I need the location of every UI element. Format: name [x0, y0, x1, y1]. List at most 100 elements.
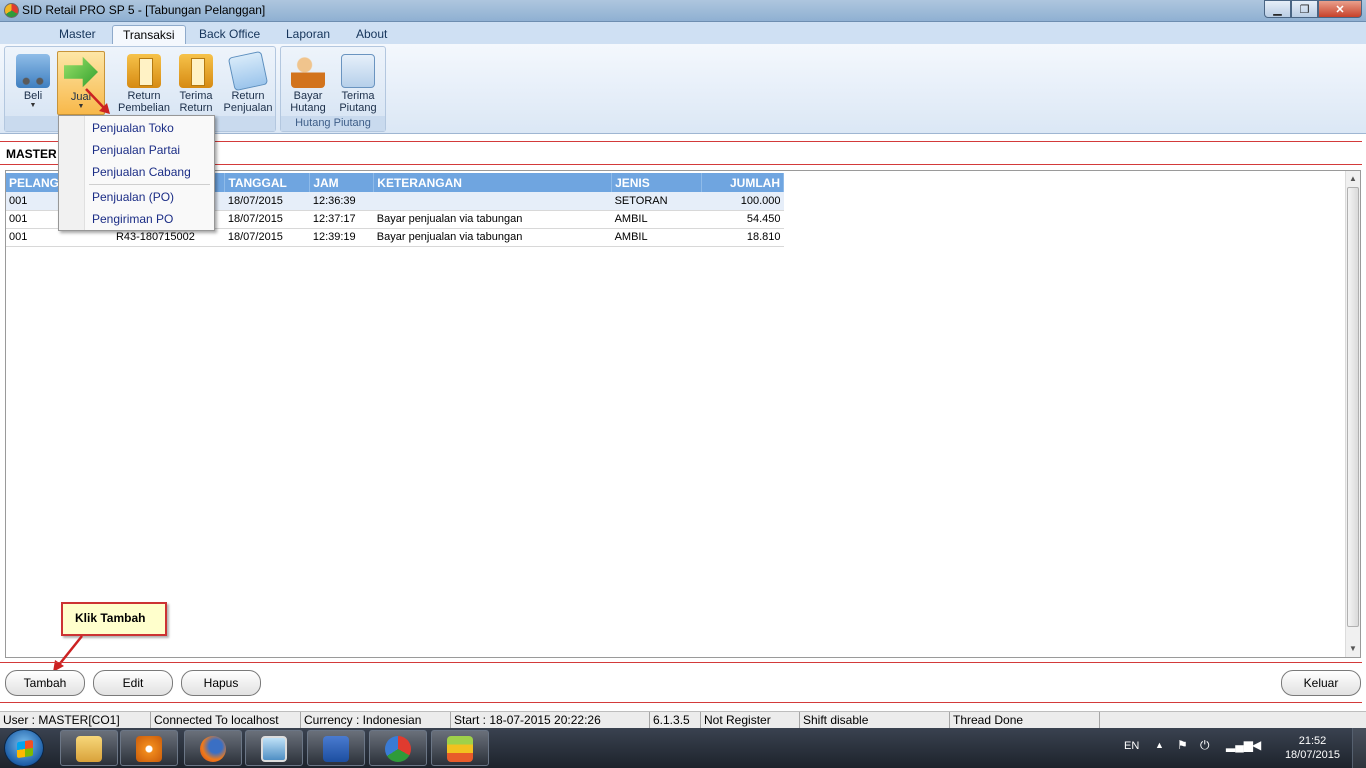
explorer-icon	[76, 736, 102, 762]
tray-expand-icon[interactable]: ▲	[1155, 740, 1164, 768]
bayar-hutang-button[interactable]: Bayar Hutang	[284, 51, 332, 115]
person-icon	[291, 54, 325, 88]
status-register: Not Register	[701, 712, 800, 729]
chart-app-icon	[385, 736, 411, 762]
power-icon[interactable]: ⏻	[1200, 738, 1210, 768]
cell-jam: 12:39:19	[309, 228, 374, 247]
picture-viewer-icon	[261, 736, 287, 762]
terima-piutang-button[interactable]: Terima Piutang	[334, 51, 382, 115]
jual-label: Jual	[70, 91, 92, 103]
taskbar-media-player[interactable]	[120, 730, 178, 766]
menu-item-pengiriman-po[interactable]: Pengiriman PO	[92, 212, 173, 226]
taskbar-picture-viewer[interactable]	[245, 730, 303, 766]
tab-about[interactable]: About	[346, 25, 397, 44]
volume-icon[interactable]: ◀	[1252, 738, 1261, 768]
divider	[0, 662, 1362, 663]
column-header-keterangan[interactable]: KETERANGAN	[373, 173, 613, 192]
return-penjualan-button[interactable]: Return Penjualan	[222, 50, 274, 115]
status-version: 6.1.3.5	[650, 712, 701, 729]
cell-jumlah: 18.810	[701, 228, 784, 247]
beli-label: Beli	[23, 90, 43, 102]
group-label-hutang-piutang: Hutang Piutang	[281, 116, 385, 131]
bayar-hutang-label-2: Hutang	[290, 102, 326, 114]
cart-icon	[16, 54, 50, 88]
return-pembelian-label-1: Return	[127, 90, 161, 102]
tab-master[interactable]: Master	[49, 25, 106, 44]
jual-button[interactable]: Jual ▼	[57, 51, 105, 115]
clock[interactable]: 21:52 18/07/2015	[1285, 734, 1340, 762]
status-connection: Connected To localhost	[151, 712, 301, 729]
bluestacks-icon	[447, 736, 473, 762]
ribbon-group-hutang-piutang: Bayar Hutang Terima Piutang Hutang Piuta…	[280, 46, 386, 132]
terima-piutang-label-1: Terima	[341, 90, 375, 102]
tab-back-office[interactable]: Back Office	[189, 25, 270, 44]
taskbar-firefox[interactable]	[184, 730, 242, 766]
terima-piutang-label-2: Piutang	[339, 102, 377, 114]
tambah-button[interactable]: Tambah	[5, 670, 85, 696]
return-pembelian-button[interactable]: Return Pembelian	[118, 51, 170, 115]
cell-jumlah: 54.450	[701, 210, 784, 229]
callout-klik-tambah: Klik Tambah	[61, 602, 167, 636]
clock-time: 21:52	[1298, 735, 1327, 747]
terima-return-button[interactable]: Terima Return	[172, 51, 220, 115]
status-currency: Currency : Indonesian	[301, 712, 451, 729]
scroll-up-icon[interactable]: ▲	[1346, 172, 1360, 186]
menu-item-penjualan-po[interactable]: Penjualan (PO)	[92, 190, 174, 204]
return-penjualan-label-2: Penjualan	[223, 102, 273, 114]
app-icon	[4, 3, 19, 18]
cell-jenis: AMBIL	[611, 210, 702, 229]
menu-separator	[89, 184, 210, 185]
start-button[interactable]	[4, 729, 44, 767]
taskbar-chart-app[interactable]	[369, 730, 427, 766]
network-icon[interactable]: ▂▄▆	[1226, 738, 1253, 768]
vertical-scrollbar[interactable]: ▲ ▼	[1345, 171, 1360, 657]
beli-button[interactable]: Beli ▼	[9, 51, 57, 115]
jual-dropdown-menu: Penjualan Toko Penjualan Partai Penjuala…	[58, 115, 215, 231]
scroll-down-icon[interactable]: ▼	[1346, 642, 1360, 656]
title-bar: SID Retail PRO SP 5 - [Tabungan Pelangga…	[0, 0, 1366, 22]
cell-jam: 12:37:17	[309, 210, 374, 229]
column-header-jumlah[interactable]: JUMLAH	[701, 173, 784, 192]
window-title: SID Retail PRO SP 5 - [Tabungan Pelangga…	[22, 3, 266, 17]
status-user: User : MASTER[CO1]	[0, 712, 151, 729]
status-shift: Shift disable	[800, 712, 950, 729]
maximize-button[interactable]: ❐	[1291, 0, 1318, 18]
menu-item-penjualan-toko[interactable]: Penjualan Toko	[92, 121, 174, 135]
status-bar: User : MASTER[CO1] Connected To localhos…	[0, 711, 1366, 729]
show-desktop-button[interactable]	[1352, 728, 1366, 768]
keluar-button[interactable]: Keluar	[1281, 670, 1361, 696]
taskbar-explorer[interactable]	[60, 730, 118, 766]
arrow-icon	[64, 56, 98, 88]
menu-item-penjualan-partai[interactable]: Penjualan Partai	[92, 143, 180, 157]
status-start: Start : 18-07-2015 20:22:26	[451, 712, 650, 729]
status-thread: Thread Done	[950, 712, 1100, 729]
tab-transaksi[interactable]: Transaksi	[112, 25, 186, 44]
terima-return-label-1: Terima	[179, 90, 213, 102]
return-pembelian-label-2: Pembelian	[118, 102, 170, 114]
column-header-jam[interactable]: JAM	[309, 173, 375, 192]
column-header-tanggal[interactable]: TANGGAL	[224, 173, 311, 192]
edit-button[interactable]: Edit	[93, 670, 173, 696]
firefox-icon	[200, 736, 226, 762]
terima-return-label-2: Return	[179, 102, 213, 114]
minimize-button[interactable]: ▁	[1264, 0, 1291, 18]
data-grid[interactable]: PELANGGAN TANGGAL JAM KETERANGAN JENIS J…	[5, 170, 1361, 658]
scrollbar-thumb[interactable]	[1347, 187, 1359, 627]
clock-date: 18/07/2015	[1284, 749, 1340, 761]
door-icon	[127, 54, 161, 88]
menu-tabs: Master Transaksi Back Office Laporan Abo…	[0, 22, 1366, 44]
divider	[0, 702, 1362, 703]
column-header-jenis[interactable]: JENIS	[611, 173, 702, 192]
language-indicator[interactable]: EN	[1124, 740, 1139, 768]
cell-jenis: SETORAN	[611, 192, 702, 211]
taskbar-bluestacks[interactable]	[431, 730, 489, 766]
tab-laporan[interactable]: Laporan	[276, 25, 340, 44]
chevron-down-icon: ▼	[29, 102, 37, 109]
cell-keterangan: Bayar penjualan via tabungan	[373, 210, 612, 229]
menu-item-penjualan-cabang[interactable]: Penjualan Cabang	[92, 165, 191, 179]
close-button[interactable]: ✕	[1318, 0, 1362, 18]
flag-icon[interactable]: ⚑	[1177, 738, 1188, 768]
hapus-button[interactable]: Hapus	[181, 670, 261, 696]
cell-tanggal: 18/07/2015	[224, 192, 310, 211]
taskbar-word[interactable]	[307, 730, 365, 766]
